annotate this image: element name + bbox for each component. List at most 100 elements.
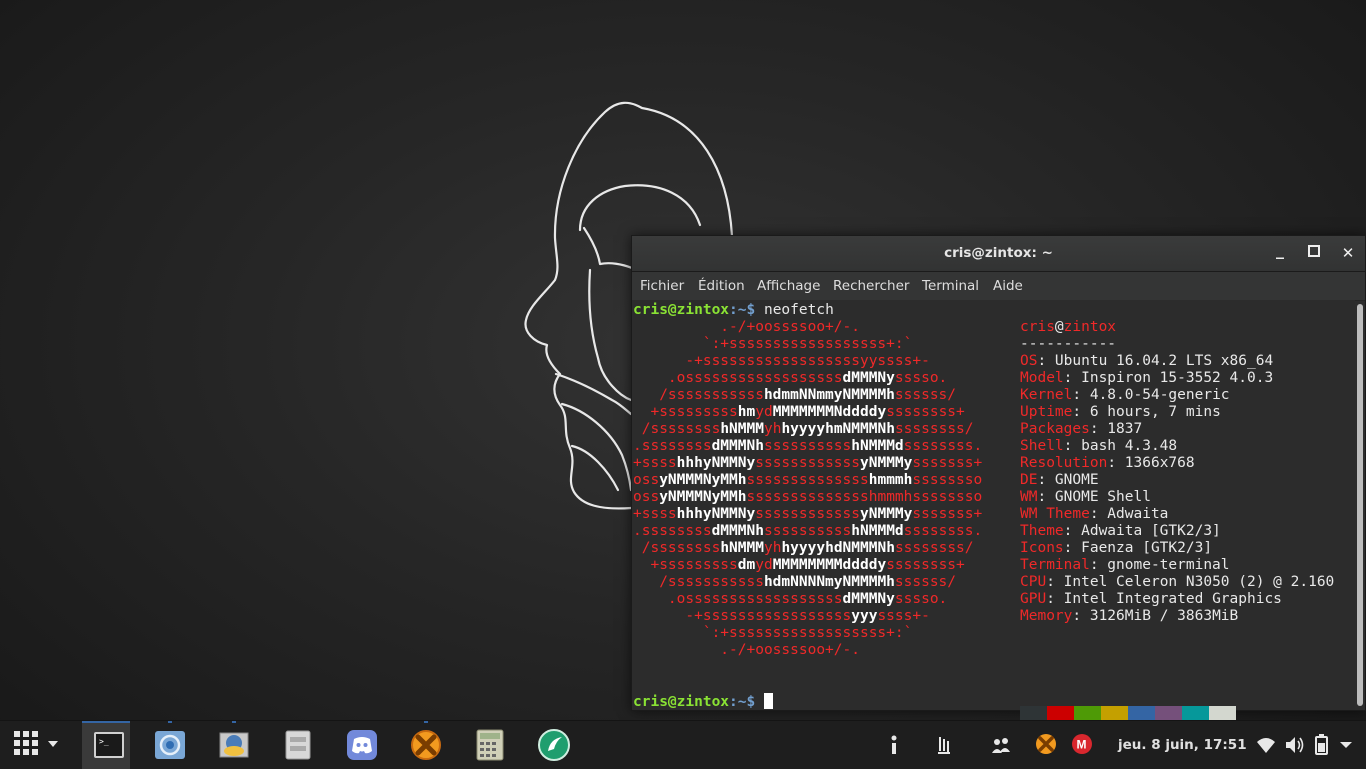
menu-affichage[interactable]: Affichage <box>757 278 820 294</box>
terminal-scrollbar[interactable] <box>1357 304 1363 706</box>
logo-line: -+ssssssssssssssssssyyssss+- <box>633 353 929 370</box>
green-circle-app-icon[interactable] <box>536 727 572 763</box>
logo-segment: .ossssssssssssssssss <box>633 370 843 386</box>
logo-line: +sssshhhyNMMNyssssssssssssyNMMMysssssss+ <box>633 455 982 472</box>
info-value: : 1366x768 <box>1107 455 1195 471</box>
files-icon[interactable] <box>280 727 316 763</box>
info-label: WM <box>1020 489 1038 505</box>
info-value: : Adwaita <box>1089 506 1169 522</box>
info-value: : 1837 <box>1089 421 1143 437</box>
info-label: WM Theme <box>1020 506 1090 522</box>
window-titlebar[interactable]: cris@zintox: ~ _ ✕ <box>632 236 1365 272</box>
info-value: : Intel Celeron N3050 (2) @ 2.160 <box>1046 574 1335 590</box>
logo-segment: dMMMNy <box>842 591 895 607</box>
logo-segment: sssssssssssssshmmmhssssssso <box>746 489 983 505</box>
running-indicator <box>232 721 236 723</box>
logo-segment: /ssssssss <box>633 540 721 556</box>
close-button[interactable]: ✕ <box>1338 244 1358 264</box>
terminal-window[interactable]: cris@zintox: ~ _ ✕ Fichier Édition Affic… <box>631 235 1366 723</box>
info-label: GPU <box>1020 591 1047 607</box>
app-menu-grid-icon[interactable] <box>12 730 60 760</box>
info-at: @ <box>1054 319 1064 335</box>
logo-segment: hhhyNMMNy <box>676 455 756 471</box>
logo-line: /ssssssssssshdmmNNmmyNMMMMhssssss/ <box>633 387 956 404</box>
discord-icon[interactable] <box>344 727 380 763</box>
menu-edition[interactable]: Édition <box>698 278 745 294</box>
browser-icon[interactable] <box>152 727 188 763</box>
logo-line: .ossssssssssssssssssdMMMNysssso. <box>633 591 947 608</box>
info-label: DE <box>1020 472 1038 488</box>
logo-segment: dMMMNy <box>842 370 895 386</box>
logo-segment: ssssssso <box>912 472 983 488</box>
logo-segment: yh <box>763 421 782 437</box>
logo-segment: ssssss/ <box>894 574 957 590</box>
info-icon[interactable] <box>884 733 904 757</box>
wifi-icon[interactable] <box>1256 734 1276 756</box>
logo-line: ossyNMMMNyMMhsssssssssssssshmmmhssssssso <box>633 489 982 506</box>
info-line: OS: Ubuntu 16.04.2 LTS x86_64 <box>1020 353 1273 370</box>
menu-terminal[interactable]: Terminal <box>922 278 979 294</box>
logo-line: .ossssssssssssssssssdMMMNysssso. <box>633 370 947 387</box>
thunderbird-icon[interactable] <box>216 727 252 763</box>
logo-segment: .-/+oossssoo+/-. <box>633 319 860 335</box>
logo-segment: yNMMMy <box>860 506 913 522</box>
logo-line: ossyNMMMNyMMhsssssssssssssshmmmhssssssso <box>633 472 982 489</box>
mega-icon[interactable]: M <box>1070 732 1094 756</box>
logo-line: .ssssssssdMMMNhsssssssssshNMMMdssssssss. <box>633 438 982 455</box>
logo-line: /sssssssshNMMMyhhyyyyhmNMMMNhssssssss/ <box>633 421 974 438</box>
info-line: Uptime: 6 hours, 7 mins <box>1020 404 1221 421</box>
logo-segment: hNMMMd <box>851 523 904 539</box>
logo-segment: .ossssssssssssssssss <box>633 591 843 607</box>
xtreme-download-tray-icon[interactable] <box>1034 732 1058 756</box>
volume-icon[interactable] <box>1284 734 1304 756</box>
people-icon[interactable] <box>990 733 1012 757</box>
calculator-icon[interactable] <box>472 727 508 763</box>
info-label: Terminal <box>1020 557 1090 573</box>
running-indicator <box>168 721 172 723</box>
maximize-button[interactable] <box>1304 245 1324 265</box>
info-line: Resolution: 1366x768 <box>1020 455 1195 472</box>
info-value: : Adwaita [GTK2/3] <box>1063 523 1221 539</box>
prompt-line: cris@zintox:~$ neofetch <box>633 302 834 319</box>
prompt-path: :~$ <box>729 302 756 318</box>
logo-line: .-/+oossssoo+/-. <box>633 642 860 659</box>
info-value: : Inspiron 15-3552 4.0.3 <box>1063 370 1274 386</box>
menu-aide[interactable]: Aide <box>993 278 1023 294</box>
terminal-icon[interactable]: >_ <box>91 727 127 763</box>
info-line: Packages: 1837 <box>1020 421 1142 438</box>
logo-line: +sssshhhyNMMNyssssssssssssyNMMMysssssss+ <box>633 506 982 523</box>
info-line: WM: GNOME Shell <box>1020 489 1151 506</box>
battery-icon[interactable] <box>1312 733 1332 757</box>
minimize-button[interactable]: _ <box>1270 240 1290 260</box>
logo-segment: ssss+- <box>877 608 930 624</box>
info-label: OS <box>1020 353 1038 369</box>
chevron-down-icon[interactable] <box>1338 737 1354 753</box>
info-user: cris <box>1020 319 1055 335</box>
info-line: Theme: Adwaita [GTK2/3] <box>1020 523 1221 540</box>
logo-line: `:+ssssssssssssssssss+:` <box>633 336 913 353</box>
logo-segment: ssssssssss <box>763 438 852 454</box>
info-line: Model: Inspiron 15-3552 4.0.3 <box>1020 370 1273 387</box>
info-label: Model <box>1020 370 1064 386</box>
info-label: CPU <box>1020 574 1047 590</box>
clock[interactable]: jeu. 8 juin, 17:51 <box>1118 737 1247 753</box>
info-line: Icons: Faenza [GTK2/3] <box>1020 540 1212 557</box>
menu-fichier[interactable]: Fichier <box>640 278 684 294</box>
terminal-output[interactable]: cris@zintox:~$ neofetch .-/+oossssoo+/-.… <box>632 300 1355 723</box>
touch-gesture-icon[interactable] <box>934 733 954 757</box>
info-value: : Ubuntu 16.04.2 LTS x86_64 <box>1037 353 1274 369</box>
info-value: : Faenza [GTK2/3] <box>1063 540 1213 556</box>
xtreme-download-icon[interactable] <box>408 727 444 763</box>
info-line: CPU: Intel Celeron N3050 (2) @ 2.160 <box>1020 574 1334 591</box>
logo-segment: ssssssss. <box>903 523 983 539</box>
info-label: Shell <box>1020 438 1064 454</box>
logo-segment: oss <box>633 472 660 488</box>
prompt-user: cris@zintox <box>633 302 730 318</box>
logo-segment: sssso. <box>894 591 948 607</box>
info-line: Kernel: 4.8.0-54-generic <box>1020 387 1230 404</box>
info-value: : 3126MiB / 3863MiB <box>1072 608 1239 624</box>
logo-segment: hhhyNMMNy <box>676 506 756 522</box>
logo-segment: +ssss <box>633 506 677 522</box>
logo-segment: sssso. <box>894 370 948 386</box>
menu-rechercher[interactable]: Rechercher <box>833 278 909 294</box>
